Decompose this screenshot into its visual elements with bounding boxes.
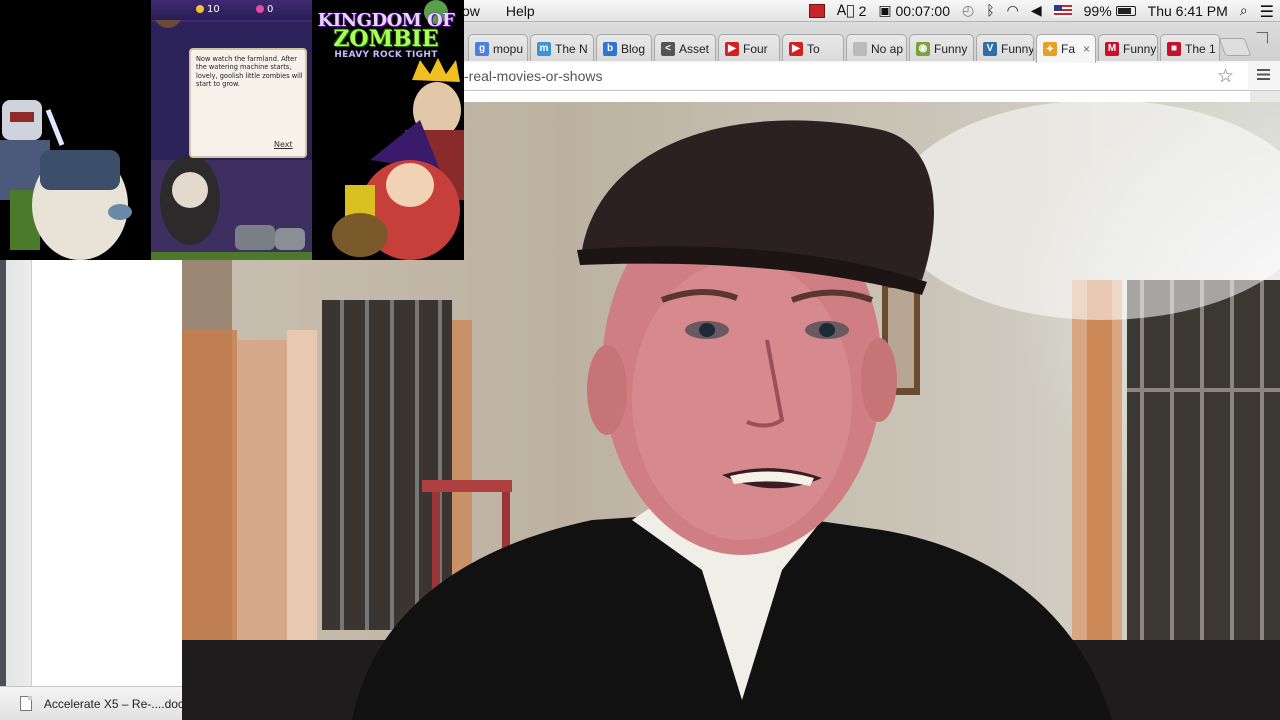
tab-label: Funny (1123, 41, 1157, 56)
volume-icon[interactable]: ◀ (1025, 0, 1048, 22)
time-machine-icon[interactable]: ◴ (956, 0, 980, 22)
tab-strip: g mopu m The N b Blog < Asset ▶ Four ▶ To No ap ◉ Funn… (464, 22, 1280, 63)
page-scrollbar[interactable] (1250, 91, 1280, 102)
tab-10[interactable]: ✦ Fa × (1036, 34, 1096, 63)
coin-icon (196, 5, 204, 13)
address-bar[interactable]: -real-movies-or-shows ☆ (464, 63, 1248, 89)
coin-counter: 10 (196, 4, 220, 15)
tab-favicon-icon: M (1105, 41, 1119, 56)
status-area: A⃞ 2 ▣ 00:07:00 ◴ ᛒ ◠ ◀ 99% Thu 6:41 PM … (803, 0, 1280, 22)
bookmark-star-icon[interactable]: ☆ (1217, 65, 1234, 87)
menu-window[interactable]: ow (462, 3, 492, 19)
tab-label: Fa (1061, 42, 1076, 56)
download-shelf[interactable]: Accelerate X5 – Re-....doc (0, 686, 182, 720)
tab-label: The N (555, 41, 588, 56)
tab-favicon-icon: ▶ (789, 41, 803, 56)
menu-help[interactable]: Help (492, 3, 547, 19)
clock[interactable]: Thu 6:41 PM (1142, 0, 1234, 22)
keyboard-flag-icon[interactable] (1053, 5, 1072, 17)
spotlight-search-icon[interactable]: ⌕ (1234, 0, 1254, 22)
tab-9[interactable]: V Funny (976, 34, 1034, 62)
tab-2[interactable]: m The N (530, 34, 594, 62)
tab-label: Four (743, 41, 768, 56)
document-icon (20, 696, 32, 711)
background-window (0, 260, 182, 720)
tab-favicon-icon (853, 41, 867, 56)
tab-6[interactable]: ▶ To (782, 34, 844, 62)
game-ad-banner[interactable]: 10 0 Now watch the farmland. After the w… (0, 0, 464, 260)
tab-favicon-icon: ■ (1167, 41, 1181, 56)
tab-5[interactable]: ▶ Four (718, 34, 780, 62)
page-content-top (464, 91, 1280, 102)
game-next-button[interactable]: Next (274, 140, 293, 149)
tab-label: Blog (621, 41, 646, 56)
tab-favicon-icon: g (475, 41, 489, 56)
battery-icon (1115, 6, 1136, 16)
tab-12[interactable]: ■ The 1 (1160, 34, 1220, 62)
download-item-label[interactable]: Accelerate X5 – Re-....doc (44, 697, 182, 711)
battery-menu[interactable]: 99% (1078, 0, 1142, 22)
timer-menu[interactable]: ▣ 00:07:00 (872, 0, 956, 22)
tab-label: The 1 (1185, 41, 1216, 56)
tab-11[interactable]: M Funny (1098, 34, 1158, 62)
tab-label: mopu (493, 41, 524, 56)
notification-center-icon[interactable]: ☰ (1254, 0, 1280, 22)
tab-favicon-icon: b (603, 41, 617, 56)
browser-toolbar: -real-movies-or-shows ☆ (464, 61, 1280, 91)
chrome-menu-icon[interactable] (1257, 69, 1270, 80)
game-hud (151, 0, 312, 20)
window-sidebar (0, 260, 32, 720)
tab-favicon-icon: < (661, 41, 675, 56)
new-tab-button[interactable] (1218, 38, 1252, 56)
game-logo-line3: HEAVY ROCK TIGHT (334, 50, 438, 60)
tab-label: No ap (871, 41, 904, 56)
tab-favicon-icon: ◉ (916, 41, 930, 56)
gem-icon (256, 5, 264, 13)
wifi-icon[interactable]: ◠ (1001, 0, 1025, 22)
fullscreen-icon[interactable] (1256, 32, 1268, 44)
game-dialog-text: Now watch the farmland. After the wateri… (196, 55, 303, 89)
tab-favicon-icon: V (983, 41, 997, 56)
film-icon: ▣ (878, 3, 892, 19)
tab-label: To (807, 41, 820, 56)
tab-favicon-icon: m (537, 41, 551, 56)
tab-8[interactable]: ◉ Funny (909, 34, 974, 62)
input-source-icon: A⃞ (836, 3, 855, 19)
tab-label: Funny (1001, 41, 1034, 56)
tab-label: Asset (679, 41, 710, 56)
menu-bar: ow Help A⃞ 2 ▣ 00:07:00 ◴ ᛒ ◠ ◀ 99% Thu … (462, 0, 1280, 22)
url-text[interactable]: -real-movies-or-shows (464, 68, 602, 84)
close-tab-icon[interactable]: × (1083, 42, 1090, 56)
tab-favicon-icon: ▶ (725, 41, 739, 56)
bluetooth-icon[interactable]: ᛒ (980, 0, 1000, 22)
tab-4[interactable]: < Asset (654, 34, 716, 62)
gem-counter: 0 (256, 4, 273, 15)
tab-favicon-icon: ✦ (1043, 42, 1057, 56)
tab-7[interactable]: No ap (846, 34, 907, 62)
input-menu[interactable]: A⃞ 2 (831, 0, 873, 22)
tab-3[interactable]: b Blog (596, 34, 652, 62)
recording-flag-icon[interactable] (808, 4, 825, 18)
tab-1[interactable]: g mopu (468, 34, 528, 62)
game-logo-line2: ZOMBIE (333, 26, 439, 52)
tab-label: Funny (934, 41, 968, 56)
